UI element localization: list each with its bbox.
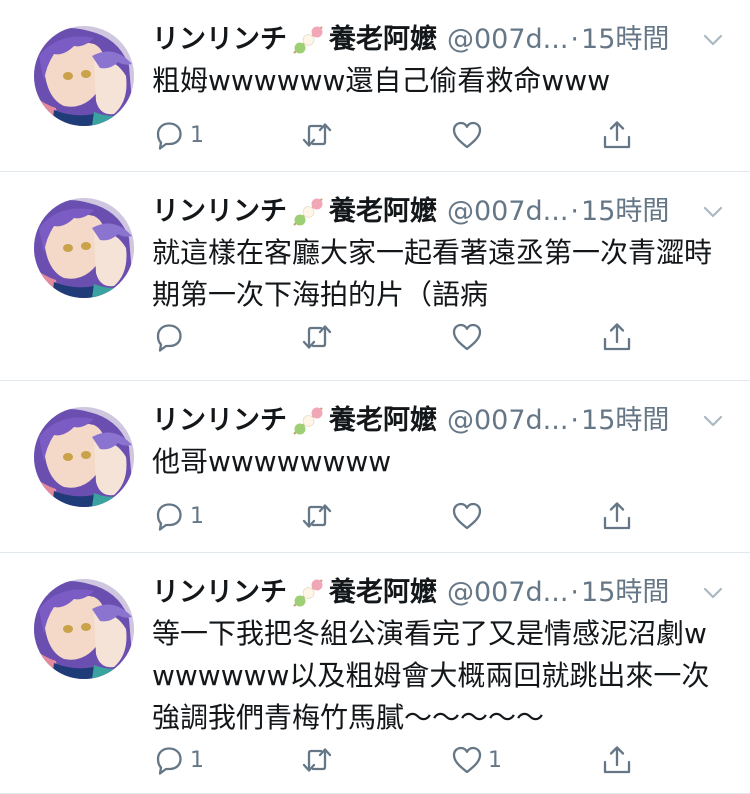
tweet-content: リンリンチ 養老阿嬤 @007d... · 15時間 就這樣在客廳大家一起看著遠… [152,194,726,316]
heart-icon [452,502,482,530]
display-name-suffix[interactable]: 養老阿嬤 [329,575,437,611]
retweet-icon [302,504,332,528]
reply-icon [156,747,182,775]
reply-count: 1 [190,122,204,148]
user-handle[interactable]: @007d... [447,403,568,439]
user-handle[interactable]: @007d... [447,22,568,58]
dango-emoji-icon [293,407,323,435]
retweet-button[interactable] [300,320,338,354]
tweet-text: 等一下我把冬組公演看完了又是情感泥沼劇wwwwwww以及粗姆會大概兩回就跳出來一… [152,617,710,734]
heart-icon [452,121,482,149]
tweet-header: リンリンチ 養老阿嬤 @007d... · 15時間 [152,22,726,58]
separator-dot: · [570,577,580,608]
heart-icon [452,323,482,351]
tweet-content: リンリンチ 養老阿嬤 @007d... · 15時間 他哥wwwwwwww [152,403,726,483]
retweet-icon [302,325,332,349]
retweet-icon [302,123,332,147]
like-button[interactable] [450,118,488,152]
tweet-timestamp[interactable]: 15時間 [581,194,669,230]
reply-button[interactable]: 1 [152,499,204,533]
reply-icon [156,503,182,531]
tweet-content: リンリンチ 養老阿嬤 @007d... · 15時間 等一下我把冬組公演看完了又… [152,575,726,739]
reply-count: 1 [190,747,204,773]
heart-icon [452,746,482,774]
tweet-header: リンリンチ 養老阿嬤 @007d... · 15時間 [152,403,726,439]
share-icon [603,121,631,149]
share-button[interactable] [600,320,634,354]
user-handle[interactable]: @007d... [447,194,568,230]
chevron-down-icon[interactable] [700,27,726,53]
tweet-actions: 1 [152,115,750,155]
share-button[interactable] [600,743,634,777]
dango-emoji-icon [293,26,323,54]
tweet-actions [152,317,750,357]
tweet-feed: リンリンチ 養老阿嬤 @007d... · 15時間 粗姆wwwwww還自己偷看… [0,0,750,794]
dango-emoji-icon [293,198,323,226]
separator-dot: · [570,24,580,55]
avatar[interactable] [34,198,134,298]
like-button[interactable] [450,320,488,354]
share-button[interactable] [600,118,634,152]
separator-dot: · [570,196,580,227]
like-button[interactable]: 1 [450,743,502,777]
tweet[interactable]: リンリンチ 養老阿嬤 @007d... · 15時間 就這樣在客廳大家一起看著遠… [0,172,750,381]
tweet-text: 就這樣在客廳大家一起看著遠丞第一次青澀時期第一次下海拍的片（語病 [152,236,713,311]
user-handle[interactable]: @007d... [447,575,568,611]
display-name-suffix[interactable]: 養老阿嬤 [329,194,437,230]
chevron-down-icon[interactable] [700,408,726,434]
tweet-actions: 1 1 [152,740,750,780]
chevron-down-icon[interactable] [700,580,726,606]
reply-icon [156,122,182,150]
separator-dot: · [570,405,580,436]
display-name[interactable]: リンリンチ [152,403,287,439]
reply-button[interactable] [152,320,190,354]
tweet-text: 他哥wwwwwwww [152,445,392,478]
tweet-timestamp[interactable]: 15時間 [581,22,669,58]
tweet-text: 粗姆wwwwww還自己偷看救命www [152,64,611,97]
retweet-button[interactable] [300,499,338,533]
tweet-actions: 1 [152,496,750,536]
reply-count: 1 [190,503,204,529]
retweet-button[interactable] [300,743,338,777]
tweet[interactable]: リンリンチ 養老阿嬤 @007d... · 15時間 他哥wwwwwwww 1 [0,381,750,553]
reply-button[interactable]: 1 [152,118,204,152]
like-button[interactable] [450,499,488,533]
tweet-header: リンリンチ 養老阿嬤 @007d... · 15時間 [152,194,726,230]
tweet[interactable]: リンリンチ 養老阿嬤 @007d... · 15時間 等一下我把冬組公演看完了又… [0,553,750,794]
share-icon [603,746,631,774]
reply-icon [156,324,182,352]
avatar[interactable] [34,407,134,507]
like-count: 1 [488,747,502,773]
reply-button[interactable]: 1 [152,743,204,777]
display-name[interactable]: リンリンチ [152,575,287,611]
display-name-suffix[interactable]: 養老阿嬤 [329,22,437,58]
display-name[interactable]: リンリンチ [152,194,287,230]
share-button[interactable] [600,499,634,533]
tweet-content: リンリンチ 養老阿嬤 @007d... · 15時間 粗姆wwwwww還自己偷看… [152,22,726,102]
share-icon [603,323,631,351]
tweet-header: リンリンチ 養老阿嬤 @007d... · 15時間 [152,575,726,611]
tweet-timestamp[interactable]: 15時間 [581,575,669,611]
tweet-timestamp[interactable]: 15時間 [581,403,669,439]
display-name[interactable]: リンリンチ [152,22,287,58]
retweet-button[interactable] [300,118,338,152]
display-name-suffix[interactable]: 養老阿嬤 [329,403,437,439]
dango-emoji-icon [293,579,323,607]
chevron-down-icon[interactable] [700,199,726,225]
share-icon [603,502,631,530]
tweet[interactable]: リンリンチ 養老阿嬤 @007d... · 15時間 粗姆wwwwww還自己偷看… [0,0,750,172]
avatar[interactable] [34,26,134,126]
retweet-icon [302,748,332,772]
avatar[interactable] [34,579,134,679]
